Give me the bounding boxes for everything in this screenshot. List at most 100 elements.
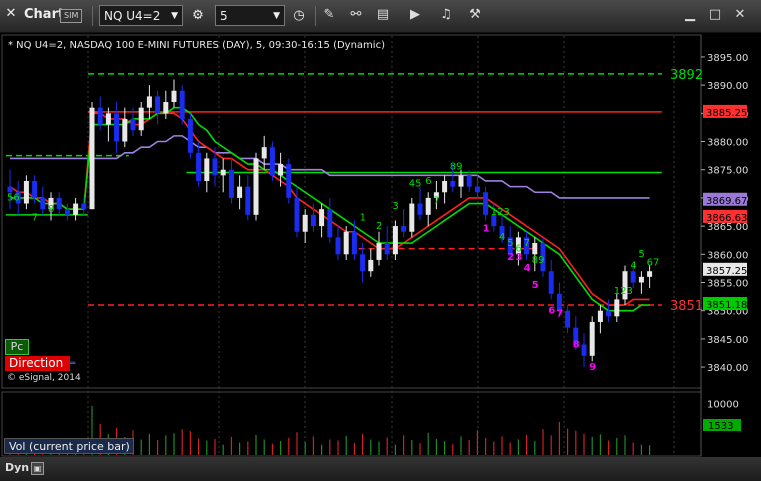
candle-body — [376, 243, 382, 260]
count-annotation: 6 — [425, 176, 431, 187]
candle-body — [360, 254, 366, 272]
candle-body — [474, 186, 480, 193]
candle-body — [105, 113, 111, 125]
tools-icon[interactable]: ⚒ — [466, 6, 484, 24]
candle-body — [392, 226, 398, 255]
bottom-time-bar: Dyn ▣ — [0, 457, 761, 481]
candle-body — [483, 192, 489, 215]
link-icon[interactable]: ⚯ — [347, 6, 365, 24]
candle-body — [155, 96, 161, 114]
count-annotation: 2 — [376, 221, 382, 232]
toolbar-separator — [315, 6, 316, 26]
alert-bell-icon[interactable]: ♫ — [437, 6, 455, 24]
candle-body — [269, 147, 275, 176]
price-tick-label: 3880.00 — [707, 138, 748, 149]
candle-body — [302, 214, 308, 232]
settings-gear-icon[interactable]: ⚙ — [188, 6, 208, 26]
price-tick-label: 3860.00 — [707, 250, 748, 261]
candle-body — [466, 175, 472, 187]
interval-value: 5 — [220, 9, 228, 23]
candle-body — [310, 214, 316, 227]
window-title: Chart — [24, 7, 65, 22]
count-annotation: 3 — [392, 201, 398, 212]
candle-body — [7, 186, 13, 193]
candle-body — [163, 102, 169, 114]
chart-title: * NQ U4=2, NASDAQ 100 E-MINI FUTURES (DA… — [8, 40, 385, 51]
price-chart[interactable]: 56781234567891234567891234567891234567 0… — [0, 33, 761, 481]
level-price-label: 3851 — [670, 299, 703, 314]
candle-body — [409, 203, 415, 232]
candle-body — [458, 175, 464, 187]
candle-body — [368, 259, 374, 272]
candle-body — [56, 197, 62, 210]
history-clock-icon[interactable]: ◷ — [289, 6, 309, 26]
candle-body — [335, 237, 341, 255]
count-annotation: 4 — [630, 260, 636, 271]
chevron-down-icon[interactable]: ▼ — [273, 6, 280, 27]
candle-body — [89, 107, 95, 210]
candle-body — [327, 209, 333, 238]
count-annotation: 7 — [524, 238, 530, 249]
price-badge-value: 3857.25 — [706, 266, 747, 277]
price-tick-label: 3855.00 — [707, 278, 748, 289]
candle-body — [319, 209, 325, 227]
pencil-draw-icon[interactable]: ✎ — [320, 6, 338, 24]
direction-indicator-label: Direction — [5, 356, 70, 371]
candle-body — [97, 107, 103, 125]
count-annotation: 4 — [524, 263, 531, 274]
candle-body — [138, 107, 144, 131]
candle-body — [212, 158, 218, 176]
maximize-icon[interactable]: □ — [706, 6, 724, 24]
candle-body — [630, 271, 636, 283]
candle-body — [442, 180, 448, 193]
price-badge-value: 3851.18 — [706, 300, 747, 311]
candle-body — [384, 243, 390, 255]
price-tick-label: 3895.00 — [707, 53, 748, 64]
level-price-label: 3892 — [670, 68, 703, 83]
price-badge-value: 3885.25 — [706, 108, 747, 119]
candle-body — [32, 180, 38, 198]
candle-body — [532, 243, 538, 255]
interval-input[interactable]: 5 ▼ — [215, 5, 285, 26]
symbol-input[interactable]: NQ U4=2 ▼ — [99, 5, 183, 26]
price-tick-label: 3845.00 — [707, 335, 748, 346]
close-icon[interactable]: ✕ — [731, 6, 749, 24]
play-icon[interactable]: ▶ — [406, 6, 424, 24]
candle-body — [196, 152, 202, 181]
candle-body — [417, 203, 423, 215]
candle-body — [73, 203, 79, 215]
count-annotation: 67 — [647, 258, 660, 269]
close-window-icon[interactable]: ✕ — [3, 6, 19, 22]
volume-tick-label: 10000 — [707, 399, 739, 410]
candle-body — [23, 180, 29, 204]
candle-body — [606, 310, 612, 317]
candle-body — [565, 310, 571, 328]
count-annotation: 9 — [589, 362, 596, 373]
candle-body — [122, 118, 128, 142]
candle-body — [253, 158, 259, 215]
candle-body — [647, 271, 653, 277]
candle-body — [638, 276, 644, 283]
count-annotation: 8 — [48, 204, 54, 215]
count-annotation: 89 — [450, 162, 463, 173]
price-tick-label: 3875.00 — [707, 166, 748, 177]
candle-body — [294, 197, 300, 232]
candle-body — [130, 118, 136, 131]
price-badge-value: 3866.63 — [706, 213, 747, 224]
count-annotation: 7 — [433, 196, 439, 207]
window-titlebar: ✕ Chart SIM NQ U4=2 ▼ ⚙ 5 ▼ ◷ ✎ ⚯ ▤ ▶ ♫ ⚒ … — [0, 0, 761, 33]
count-annotation: 2 — [507, 252, 514, 263]
price-badge-value: 3869.67 — [706, 196, 747, 207]
chevron-down-icon[interactable]: ▼ — [171, 6, 178, 27]
candle-body — [220, 169, 226, 176]
dyn-toggle-icon[interactable]: ▣ — [31, 462, 44, 475]
candle-body — [81, 203, 87, 210]
candle-body — [548, 271, 554, 294]
candle-body — [237, 186, 243, 198]
candle-body — [40, 197, 46, 210]
candle-body — [179, 90, 185, 119]
current-volume-value: 1533 — [708, 421, 733, 432]
minimize-icon[interactable]: ▁ — [681, 6, 699, 24]
candle-body — [187, 118, 193, 153]
study-icon[interactable]: ▤ — [374, 6, 392, 24]
